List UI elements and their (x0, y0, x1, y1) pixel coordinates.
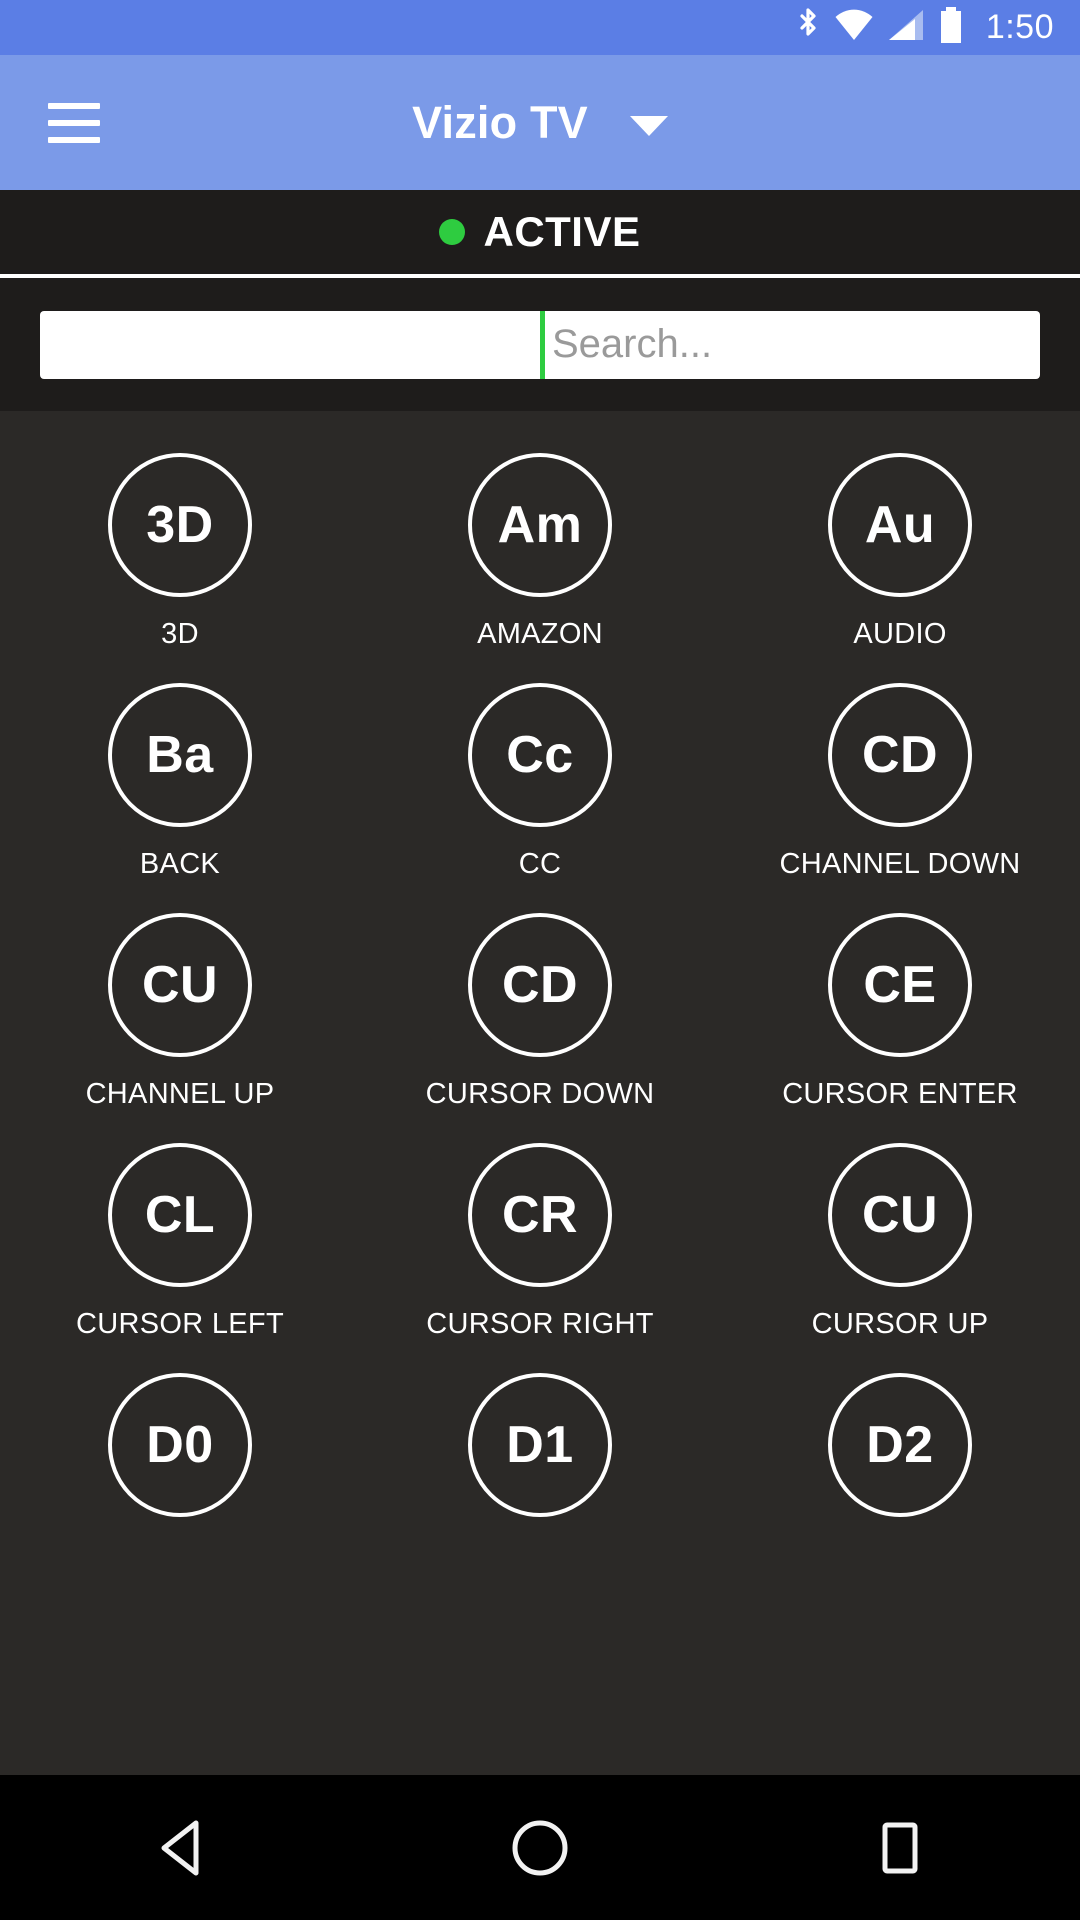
status-bar-clock: 1:50 (985, 8, 1054, 46)
remote-button-circle[interactable]: CD (828, 683, 972, 827)
remote-button-label: CURSOR RIGHT (426, 1308, 654, 1340)
remote-button-abbr: 3D (146, 496, 214, 554)
remote-button[interactable]: CD CHANNEL DOWN (720, 683, 1080, 913)
remote-button-circle[interactable]: CD (468, 913, 612, 1057)
hamburger-menu-icon[interactable] (48, 102, 100, 143)
remote-button-abbr: D1 (506, 1416, 574, 1474)
remote-button-label: CURSOR LEFT (76, 1308, 284, 1340)
text-cursor (540, 310, 545, 379)
bluetooth-icon (795, 6, 821, 49)
search-input[interactable]: Search... (40, 310, 1040, 379)
recents-square-icon[interactable] (840, 1798, 960, 1898)
page-title: Vizio TV (412, 96, 588, 148)
search-placeholder: Search... (552, 322, 713, 366)
remote-button-circle[interactable]: CE (828, 913, 972, 1057)
cellular-signal-icon (887, 8, 925, 47)
app-bar: Vizio TV (0, 55, 1080, 190)
remote-button-label: CHANNEL UP (85, 1078, 275, 1110)
remote-button[interactable]: CD CURSOR DOWN (360, 913, 720, 1143)
remote-button-abbr: Am (497, 496, 583, 554)
remote-button[interactable]: Am AMAZON (360, 453, 720, 683)
remote-button-circle[interactable]: CL (108, 1143, 252, 1287)
remote-button-abbr: CU (861, 1186, 939, 1244)
remote-button-abbr: D2 (866, 1416, 934, 1474)
remote-button-label: CC (518, 848, 562, 880)
remote-button-label: 3D (161, 618, 199, 650)
remote-button-label: AMAZON (477, 618, 603, 650)
remote-button-abbr: CD (861, 726, 939, 784)
remote-button-abbr: CD (501, 956, 579, 1014)
remote-button[interactable]: 3D 3D (0, 453, 360, 683)
status-badge: ACTIVE (483, 208, 641, 255)
remote-button[interactable]: D0 (0, 1373, 360, 1603)
remote-button-abbr: D0 (146, 1416, 214, 1474)
remote-button[interactable]: Ba BACK (0, 683, 360, 913)
remote-button-abbr: Au (864, 496, 936, 554)
remote-button-circle[interactable]: D2 (828, 1373, 972, 1517)
home-circle-icon[interactable] (480, 1798, 600, 1898)
remote-button-circle[interactable]: CU (108, 913, 252, 1057)
remote-button-abbr: CU (141, 956, 219, 1014)
remote-button-circle[interactable]: Am (468, 453, 612, 597)
battery-icon (938, 6, 964, 49)
back-triangle-icon[interactable] (120, 1798, 240, 1898)
status-bar: 1:50 (0, 0, 1080, 55)
remote-button-circle[interactable]: Ba (108, 683, 252, 827)
remote-button[interactable]: CR CURSOR RIGHT (360, 1143, 720, 1373)
remote-button-label: CURSOR DOWN (425, 1078, 655, 1110)
remote-button[interactable]: Cc CC (360, 683, 720, 913)
remote-button-circle[interactable]: D0 (108, 1373, 252, 1517)
remote-button-abbr: Ba (146, 726, 214, 784)
remote-button-abbr: CR (501, 1186, 579, 1244)
remote-button[interactable]: Au AUDIO (720, 453, 1080, 683)
remote-button-circle[interactable]: 3D (108, 453, 252, 597)
remote-button[interactable]: CU CURSOR UP (720, 1143, 1080, 1373)
remote-button[interactable]: D2 (720, 1373, 1080, 1603)
remote-button-grid: 3D 3D Am AMAZON Au AUDIO Ba BACK Cc CC CD CHANNEL D… (0, 411, 1080, 1771)
remote-button[interactable]: CU CHANNEL UP (0, 913, 360, 1143)
remote-button[interactable]: D1 (360, 1373, 720, 1603)
remote-button-circle[interactable]: CR (468, 1143, 612, 1287)
remote-button-circle[interactable]: Au (828, 453, 972, 597)
android-navigation-bar (0, 1775, 1080, 1920)
status-indicator-dot (439, 219, 466, 245)
remote-button-label: BACK (139, 848, 221, 880)
search-section: Search... (0, 278, 1080, 411)
remote-button-circle[interactable]: CU (828, 1143, 972, 1287)
remote-button-abbr: CE (863, 956, 937, 1014)
status-bar-icons (795, 6, 964, 49)
remote-button-circle[interactable]: D1 (468, 1373, 612, 1517)
remote-button[interactable]: CL CURSOR LEFT (0, 1143, 360, 1373)
remote-button-abbr: Cc (506, 726, 574, 784)
connection-status-bar: ACTIVE (0, 190, 1080, 278)
remote-button-label: AUDIO (853, 618, 947, 650)
remote-button-circle[interactable]: Cc (468, 683, 612, 827)
remote-button-label: CHANNEL DOWN (779, 848, 1021, 880)
remote-button-abbr: CL (144, 1186, 216, 1244)
remote-button-label: CURSOR UP (811, 1308, 989, 1340)
remote-button-label: CURSOR ENTER (782, 1078, 1018, 1110)
chevron-down-icon[interactable] (629, 115, 668, 136)
app-title-group: Vizio TV (0, 97, 1080, 149)
remote-button[interactable]: CE CURSOR ENTER (720, 913, 1080, 1143)
wifi-icon (834, 8, 874, 47)
